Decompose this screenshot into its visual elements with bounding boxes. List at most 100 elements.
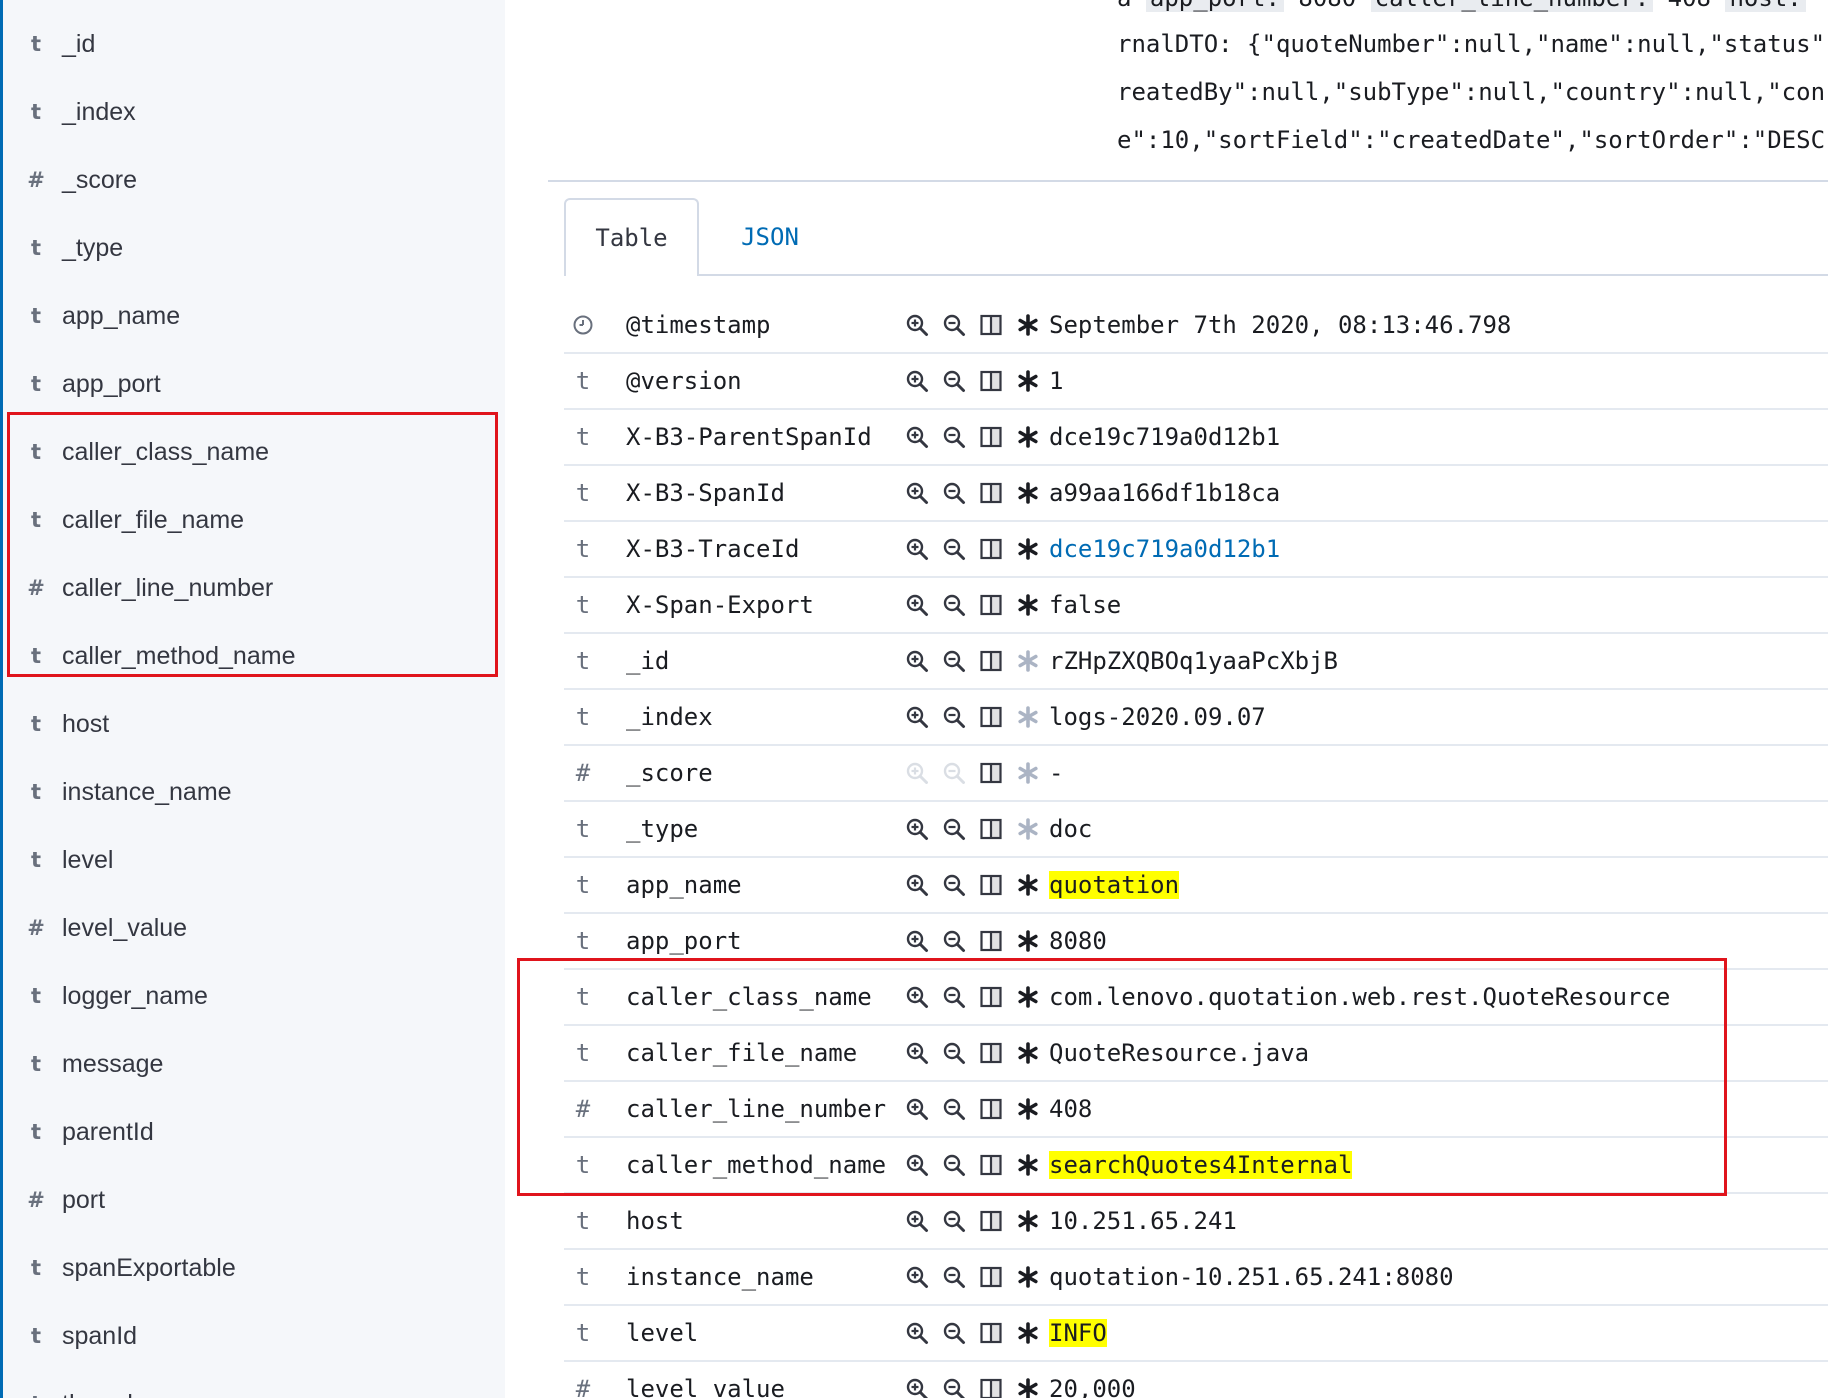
filter-exists-icon[interactable] [1014, 480, 1041, 507]
filter-for-value-icon[interactable] [903, 1152, 930, 1179]
toggle-column-icon[interactable] [977, 928, 1004, 955]
filter-exists-icon[interactable] [1014, 536, 1041, 563]
sidebar-field[interactable]: t _index [3, 78, 503, 146]
sidebar-field[interactable]: # _score [3, 146, 503, 214]
filter-out-value-icon[interactable] [940, 424, 967, 451]
sidebar-field[interactable]: t app_port [3, 350, 503, 418]
filter-exists-icon[interactable] [1014, 1208, 1041, 1235]
filter-out-value-icon[interactable] [940, 872, 967, 899]
filter-for-value-icon[interactable] [903, 704, 930, 731]
filter-out-value-icon[interactable] [940, 1152, 967, 1179]
filter-for-value-icon[interactable] [903, 1096, 930, 1123]
filter-for-value-icon[interactable] [903, 984, 930, 1011]
filter-exists-icon[interactable] [1014, 424, 1041, 451]
toggle-column-icon[interactable] [977, 816, 1004, 843]
filter-exists-icon[interactable] [1014, 312, 1041, 339]
filter-out-value-icon[interactable] [940, 312, 967, 339]
filter-for-value-icon[interactable] [903, 1320, 930, 1347]
sidebar-field[interactable]: t thread [3, 1370, 503, 1398]
filter-out-value-icon[interactable] [940, 984, 967, 1011]
filter-out-value-icon[interactable] [940, 760, 967, 787]
filter-out-value-icon[interactable] [940, 368, 967, 395]
filter-out-value-icon[interactable] [940, 1208, 967, 1235]
filter-out-value-icon[interactable] [940, 1040, 967, 1067]
toggle-column-icon[interactable] [977, 424, 1004, 451]
filter-exists-icon[interactable] [1014, 704, 1041, 731]
sidebar-field[interactable]: t caller_method_name [3, 622, 503, 690]
filter-for-value-icon[interactable] [903, 480, 930, 507]
filter-for-value-icon[interactable] [903, 368, 930, 395]
filter-out-value-icon[interactable] [940, 536, 967, 563]
sidebar-field[interactable]: # level_value [3, 894, 503, 962]
sidebar-field[interactable]: t _id [3, 10, 503, 78]
sidebar-field[interactable]: t level [3, 826, 503, 894]
toggle-column-icon[interactable] [977, 872, 1004, 899]
filter-out-value-icon[interactable] [940, 1096, 967, 1123]
filter-exists-icon[interactable] [1014, 1040, 1041, 1067]
toggle-column-icon[interactable] [977, 1152, 1004, 1179]
sidebar-field[interactable]: t instance_name [3, 758, 503, 826]
filter-out-value-icon[interactable] [940, 928, 967, 955]
sidebar-field[interactable]: t caller_class_name [3, 418, 503, 486]
filter-for-value-icon[interactable] [903, 872, 930, 899]
tab-json[interactable]: JSON [710, 198, 830, 276]
filter-exists-icon[interactable] [1014, 1096, 1041, 1123]
sidebar-field[interactable]: t parentId [3, 1098, 503, 1166]
filter-for-value-icon[interactable] [903, 760, 930, 787]
toggle-column-icon[interactable] [977, 648, 1004, 675]
toggle-column-icon[interactable] [977, 1320, 1004, 1347]
sidebar-field[interactable]: t spanExportable [3, 1234, 503, 1302]
field-value-link[interactable]: dce19c719a0d12b1 [1049, 522, 1280, 576]
filter-for-value-icon[interactable] [903, 424, 930, 451]
toggle-column-icon[interactable] [977, 312, 1004, 339]
sidebar-field[interactable]: t host [3, 690, 503, 758]
sidebar-field[interactable]: t caller_file_name [3, 486, 503, 554]
toggle-column-icon[interactable] [977, 480, 1004, 507]
filter-out-value-icon[interactable] [940, 480, 967, 507]
toggle-column-icon[interactable] [977, 1096, 1004, 1123]
filter-out-value-icon[interactable] [940, 816, 967, 843]
filter-for-value-icon[interactable] [903, 536, 930, 563]
filter-exists-icon[interactable] [1014, 592, 1041, 619]
toggle-column-icon[interactable] [977, 1376, 1004, 1398]
filter-out-value-icon[interactable] [940, 1376, 967, 1398]
filter-exists-icon[interactable] [1014, 928, 1041, 955]
filter-exists-icon[interactable] [1014, 984, 1041, 1011]
filter-for-value-icon[interactable] [903, 816, 930, 843]
toggle-column-icon[interactable] [977, 592, 1004, 619]
filter-for-value-icon[interactable] [903, 312, 930, 339]
filter-out-value-icon[interactable] [940, 648, 967, 675]
sidebar-field[interactable]: t spanId [3, 1302, 503, 1370]
sidebar-field[interactable]: # caller_line_number [3, 554, 503, 622]
filter-exists-icon[interactable] [1014, 1264, 1041, 1291]
filter-for-value-icon[interactable] [903, 592, 930, 619]
toggle-column-icon[interactable] [977, 760, 1004, 787]
filter-exists-icon[interactable] [1014, 368, 1041, 395]
filter-out-value-icon[interactable] [940, 704, 967, 731]
filter-exists-icon[interactable] [1014, 816, 1041, 843]
sidebar-field[interactable]: t _type [3, 214, 503, 282]
filter-for-value-icon[interactable] [903, 1376, 930, 1398]
sidebar-field[interactable]: t message [3, 1030, 503, 1098]
toggle-column-icon[interactable] [977, 536, 1004, 563]
filter-exists-icon[interactable] [1014, 872, 1041, 899]
filter-exists-icon[interactable] [1014, 1152, 1041, 1179]
filter-exists-icon[interactable] [1014, 648, 1041, 675]
toggle-column-icon[interactable] [977, 704, 1004, 731]
sidebar-field[interactable]: t app_name [3, 282, 503, 350]
filter-for-value-icon[interactable] [903, 1264, 930, 1291]
filter-out-value-icon[interactable] [940, 1320, 967, 1347]
toggle-column-icon[interactable] [977, 1040, 1004, 1067]
filter-exists-icon[interactable] [1014, 760, 1041, 787]
toggle-column-icon[interactable] [977, 1208, 1004, 1235]
filter-for-value-icon[interactable] [903, 648, 930, 675]
toggle-column-icon[interactable] [977, 984, 1004, 1011]
filter-out-value-icon[interactable] [940, 592, 967, 619]
filter-for-value-icon[interactable] [903, 1208, 930, 1235]
sidebar-field[interactable]: t logger_name [3, 962, 503, 1030]
filter-exists-icon[interactable] [1014, 1376, 1041, 1398]
filter-for-value-icon[interactable] [903, 928, 930, 955]
filter-out-value-icon[interactable] [940, 1264, 967, 1291]
filter-for-value-icon[interactable] [903, 1040, 930, 1067]
tab-table[interactable]: Table [564, 198, 699, 276]
